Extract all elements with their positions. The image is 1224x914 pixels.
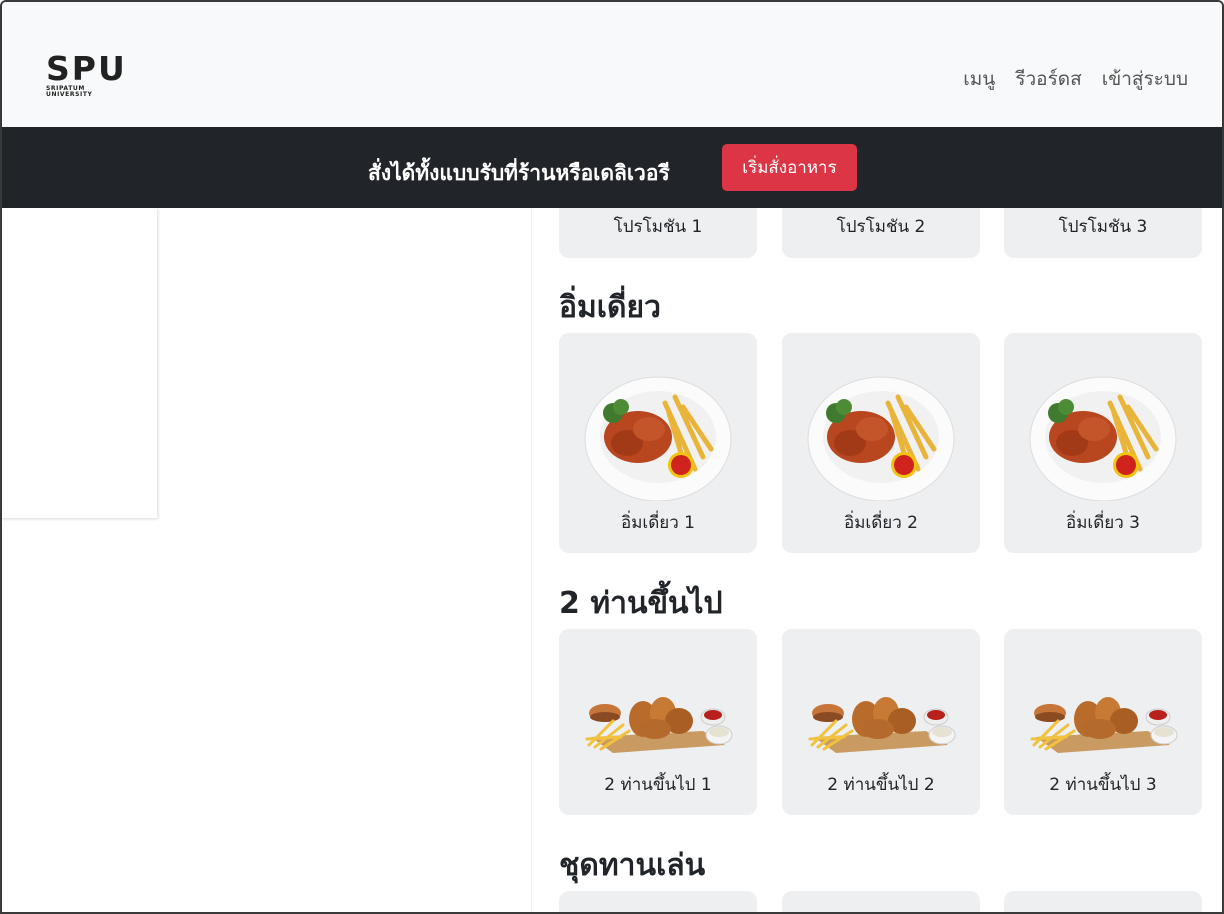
- menu-list: โปรโมชัน 1 โปรโมชัน 2 โปรโมชัน 3 อิ่มเดี…: [557, 208, 1202, 912]
- sidebar-card: [2, 208, 157, 518]
- group-card-1[interactable]: 2 ท่านขึ้นไป 1: [559, 629, 757, 815]
- card-label: 2 ท่านขึ้นไป 1: [604, 775, 712, 795]
- card-label: โปรโมชัน 2: [836, 217, 926, 237]
- fried-chicken-platter-image: [585, 697, 733, 753]
- section-title-group: 2 ท่านขึ้นไป: [559, 586, 723, 621]
- logo-subtext-2: UNIVERSITY: [46, 91, 93, 98]
- card-label: โปรโมชัน 3: [1058, 217, 1148, 237]
- wings-fries-plate-image: [584, 376, 732, 501]
- navbar: SPU SRIPATUM UNIVERSITY เมนู รีวอร์ดส เข…: [2, 2, 1222, 127]
- promo-card-3[interactable]: โปรโมชัน 3: [1004, 208, 1202, 258]
- single-card-1[interactable]: อิ่มเดี่ยว 1: [559, 333, 757, 553]
- card-label: 2 ท่านขึ้นไป 3: [1049, 775, 1157, 795]
- spu-logo[interactable]: SPU SRIPATUM UNIVERSITY: [46, 52, 126, 100]
- nav-link-menu[interactable]: เมนู: [963, 64, 995, 94]
- single-card-3[interactable]: อิ่มเดี่ยว 3: [1004, 333, 1202, 553]
- group-card-3[interactable]: 2 ท่านขึ้นไป 3: [1004, 629, 1202, 815]
- logo-text: SPU: [46, 49, 127, 88]
- nav-links: เมนู รีวอร์ดส เข้าสู่ระบบ: [963, 64, 1188, 94]
- start-order-button[interactable]: เริ่มสั่งอาหาร: [722, 144, 857, 191]
- nav-link-login[interactable]: เข้าสู่ระบบ: [1102, 64, 1188, 94]
- fried-chicken-platter-image: [1030, 697, 1178, 753]
- promo-card-2[interactable]: โปรโมชัน 2: [782, 208, 980, 258]
- section-title-snack: ชุดทานเล่น: [559, 848, 706, 883]
- group-card-2[interactable]: 2 ท่านขึ้นไป 2: [782, 629, 980, 815]
- order-banner: สั่งได้ทั้งแบบรับที่ร้านหรือเดลิเวอรี เร…: [2, 127, 1222, 208]
- browser-window: SPU SRIPATUM UNIVERSITY เมนู รีวอร์ดส เข…: [0, 0, 1224, 914]
- single-card-2[interactable]: อิ่มเดี่ยว 2: [782, 333, 980, 553]
- wings-fries-plate-image: [1029, 376, 1177, 501]
- card-label: อิ่มเดี่ยว 2: [844, 513, 918, 533]
- nav-link-rewards[interactable]: รีวอร์ดส: [1015, 64, 1081, 94]
- promo-card-1[interactable]: โปรโมชัน 1: [559, 208, 757, 258]
- column-divider: [531, 208, 532, 912]
- card-label: อิ่มเดี่ยว 3: [1066, 513, 1140, 533]
- snack-card-1[interactable]: [559, 891, 757, 912]
- section-title-single: อิ่มเดี่ยว: [559, 290, 661, 325]
- card-label: 2 ท่านขึ้นไป 2: [827, 775, 935, 795]
- snack-card-3[interactable]: [1004, 891, 1202, 912]
- card-label: อิ่มเดี่ยว 1: [621, 513, 695, 533]
- wings-fries-plate-image: [807, 376, 955, 501]
- snack-card-2[interactable]: [782, 891, 980, 912]
- fried-chicken-platter-image: [808, 697, 956, 753]
- banner-text: สั่งได้ทั้งแบบรับที่ร้านหรือเดลิเวอรี: [368, 161, 670, 185]
- card-label: โปรโมชัน 1: [613, 217, 703, 237]
